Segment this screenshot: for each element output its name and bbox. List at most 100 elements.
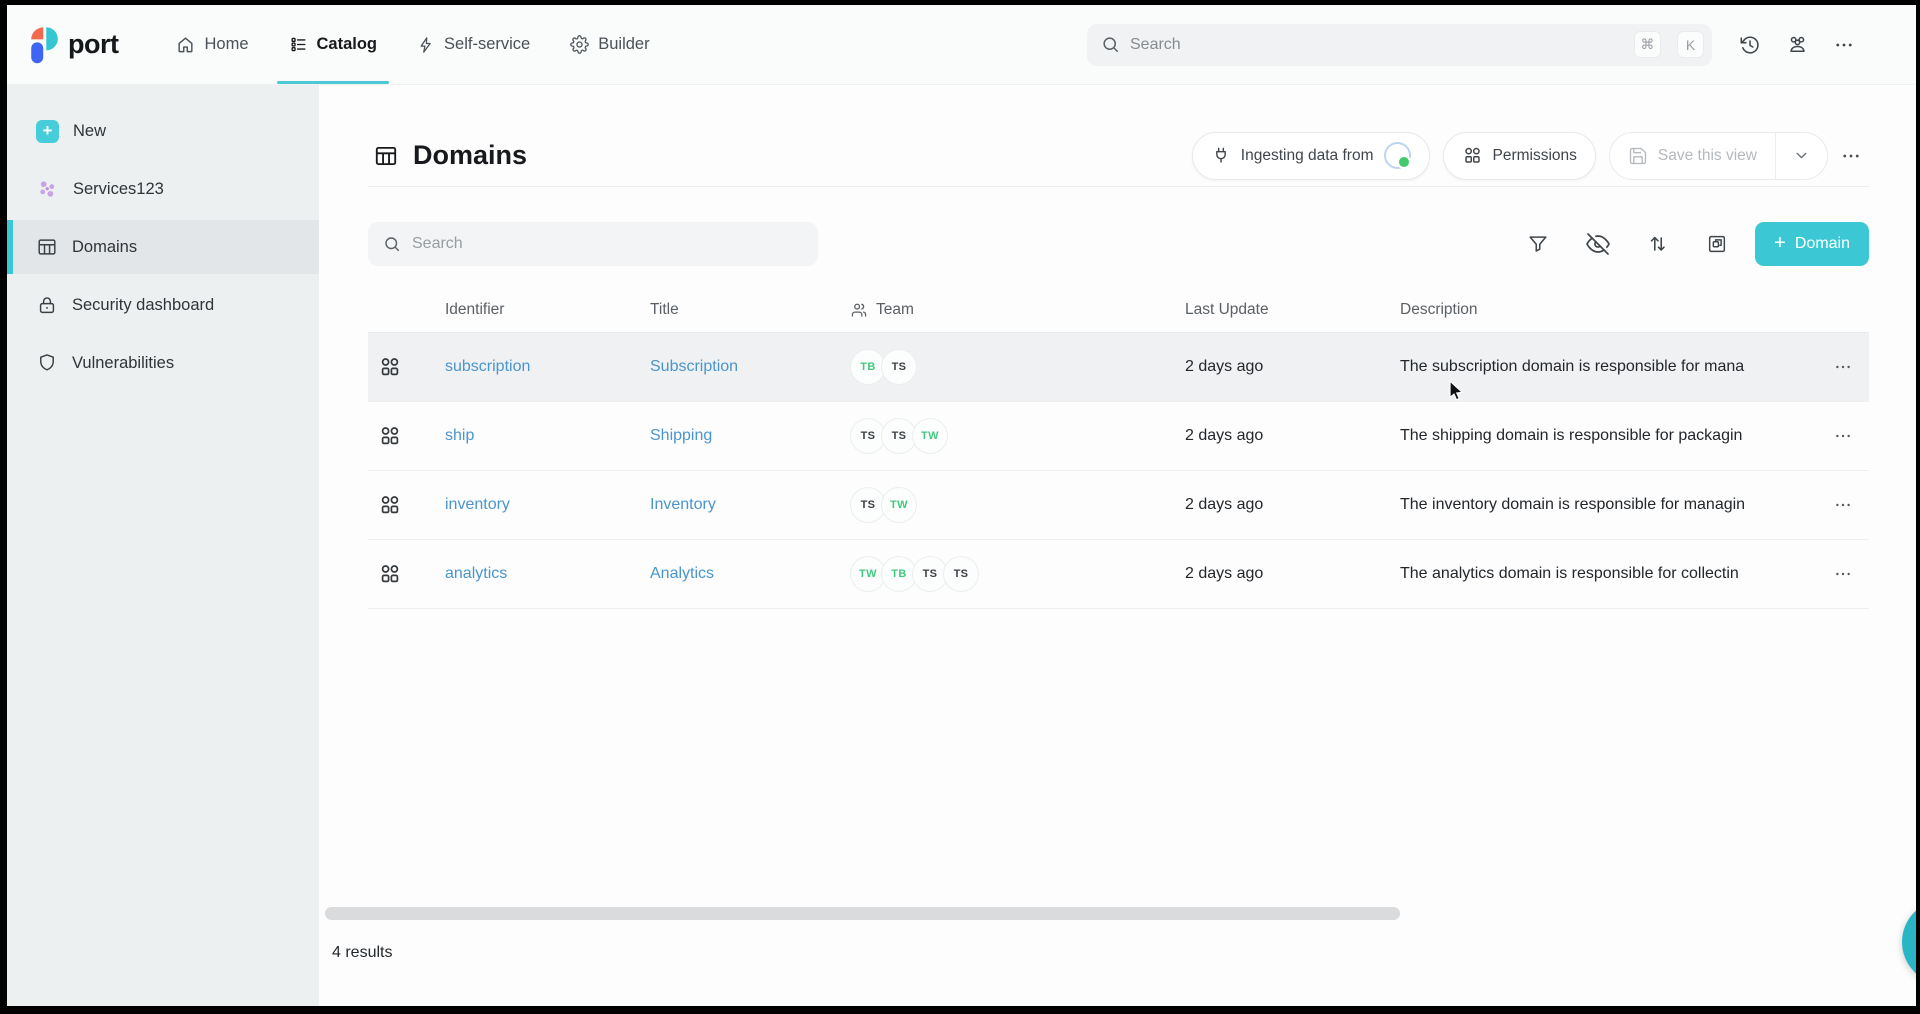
save-view-button[interactable]: Save this view xyxy=(1610,133,1775,179)
domain-blueprint-icon xyxy=(368,424,445,448)
table-view-controls xyxy=(1527,232,1728,256)
team-avatars: TS TS TW xyxy=(850,418,1185,454)
integration-status-badge xyxy=(1384,142,1411,169)
title-link[interactable]: Subscription xyxy=(650,358,850,376)
save-view-split-button: Save this view xyxy=(1609,132,1828,180)
add-domain-button[interactable]: + Domain xyxy=(1755,222,1869,266)
permissions-button[interactable]: Permissions xyxy=(1443,132,1596,180)
nav-catalog[interactable]: Catalog xyxy=(289,5,378,84)
nav-home[interactable]: Home xyxy=(176,5,248,84)
global-search-input[interactable]: Search ⌘ K xyxy=(1087,24,1712,66)
hide-columns-icon[interactable] xyxy=(1586,232,1610,256)
users-icon xyxy=(850,301,868,319)
shield-icon xyxy=(36,352,58,374)
column-identifier[interactable]: Identifier xyxy=(445,301,650,319)
save-view-dropdown-button[interactable] xyxy=(1775,133,1827,179)
description-cell: The inventory domain is responsible for … xyxy=(1400,496,1817,514)
title-link[interactable]: Analytics xyxy=(650,565,850,583)
identifier-link[interactable]: subscription xyxy=(445,358,650,376)
team-avatar[interactable]: TS xyxy=(943,556,979,592)
main-nav: Home Catalog Self-service Builder xyxy=(176,5,649,84)
organization-icon[interactable] xyxy=(1786,33,1809,56)
description-cell: The shipping domain is responsible for p… xyxy=(1400,427,1817,445)
sidebar-item-label: Services123 xyxy=(73,180,164,199)
table-empty-space xyxy=(368,609,1869,907)
plug-icon xyxy=(1211,146,1231,166)
team-avatar[interactable]: TS xyxy=(881,349,917,385)
title-link[interactable]: Shipping xyxy=(650,427,850,445)
identifier-link[interactable]: inventory xyxy=(445,496,650,514)
column-team[interactable]: Team xyxy=(850,301,1185,319)
nav-catalog-label: Catalog xyxy=(317,35,378,54)
row-actions-icon[interactable] xyxy=(1817,358,1869,376)
plus-tile-icon: + xyxy=(36,120,59,143)
column-title[interactable]: Title xyxy=(650,301,850,319)
save-icon xyxy=(1628,146,1648,166)
home-icon xyxy=(176,35,195,54)
gear-icon xyxy=(570,35,589,54)
save-view-label: Save this view xyxy=(1658,147,1757,165)
global-search-placeholder: Search xyxy=(1130,36,1624,54)
domain-blueprint-icon xyxy=(368,355,445,379)
more-options-icon[interactable] xyxy=(1834,35,1854,55)
table-row[interactable]: ship Shipping TS TS TW 2 days ago The sh… xyxy=(368,402,1869,471)
table-toolbar: + Domain xyxy=(368,222,1869,266)
page-more-options-icon[interactable] xyxy=(1841,146,1861,166)
team-blueprint-icon xyxy=(1462,145,1483,166)
app-body: + New Services123 Domains Security dash xyxy=(7,85,1916,1006)
sort-icon[interactable] xyxy=(1647,233,1669,255)
port-logo[interactable]: port xyxy=(29,25,118,65)
logo-text: port xyxy=(68,29,118,60)
search-icon xyxy=(1101,35,1120,54)
permissions-label: Permissions xyxy=(1493,147,1577,165)
column-description[interactable]: Description xyxy=(1400,301,1817,319)
column-last-update[interactable]: Last Update xyxy=(1185,301,1400,319)
page-actions: Ingesting data from Permissions xyxy=(1192,132,1861,180)
horizontal-scrollbar[interactable] xyxy=(325,907,1400,920)
row-actions-icon[interactable] xyxy=(1817,427,1869,445)
chevron-down-icon xyxy=(1793,147,1810,164)
sidebar-item-security-dashboard[interactable]: Security dashboard xyxy=(7,278,319,332)
group-by-icon[interactable] xyxy=(1706,233,1728,255)
domain-blueprint-icon xyxy=(368,562,445,586)
row-actions-icon[interactable] xyxy=(1817,496,1869,514)
table-icon xyxy=(36,236,58,258)
last-update-cell: 2 days ago xyxy=(1185,358,1400,376)
table-row[interactable]: analytics Analytics TW TB TS TS 2 days a… xyxy=(368,540,1869,609)
table-icon xyxy=(373,143,399,169)
catalog-icon xyxy=(289,35,308,54)
team-avatar[interactable]: TW xyxy=(881,487,917,523)
sidebar-item-vulnerabilities[interactable]: Vulnerabilities xyxy=(7,336,319,390)
sidebar-item-new[interactable]: + New xyxy=(7,104,319,158)
results-count: 4 results xyxy=(332,944,1869,962)
top-bar-icons xyxy=(1739,33,1854,56)
nav-home-label: Home xyxy=(204,35,248,54)
sidebar-item-services123[interactable]: Services123 xyxy=(7,162,319,216)
identifier-link[interactable]: ship xyxy=(445,427,650,445)
sidebar-item-label: Domains xyxy=(72,238,137,257)
main-content: Domains Ingesting data from Pe xyxy=(319,85,1916,1006)
cmd-keycap: ⌘ xyxy=(1634,31,1661,58)
add-domain-label: Domain xyxy=(1795,235,1850,253)
title-link[interactable]: Inventory xyxy=(650,496,850,514)
history-icon[interactable] xyxy=(1739,34,1761,56)
table-row[interactable]: subscription Subscription TB TS 2 days a… xyxy=(368,333,1869,402)
filter-icon[interactable] xyxy=(1527,233,1549,255)
team-avatar[interactable]: TW xyxy=(912,418,948,454)
k-keycap: K xyxy=(1677,31,1704,58)
row-actions-icon[interactable] xyxy=(1817,565,1869,583)
table-row[interactable]: inventory Inventory TS TW 2 days ago The… xyxy=(368,471,1869,540)
ingesting-data-label: Ingesting data from xyxy=(1241,147,1374,165)
ingesting-data-button[interactable]: Ingesting data from xyxy=(1192,132,1430,180)
domain-blueprint-icon xyxy=(368,493,445,517)
sidebar-item-domains[interactable]: Domains xyxy=(7,220,319,274)
identifier-link[interactable]: analytics xyxy=(445,565,650,583)
nav-self-service[interactable]: Self-service xyxy=(417,5,530,84)
nav-self-service-label: Self-service xyxy=(444,35,530,54)
table-search-box[interactable] xyxy=(368,222,818,266)
table-search-input[interactable] xyxy=(412,235,803,253)
last-update-cell: 2 days ago xyxy=(1185,565,1400,583)
nav-builder[interactable]: Builder xyxy=(570,5,649,84)
plus-icon: + xyxy=(1774,233,1786,253)
page-header: Domains Ingesting data from Pe xyxy=(368,85,1869,187)
